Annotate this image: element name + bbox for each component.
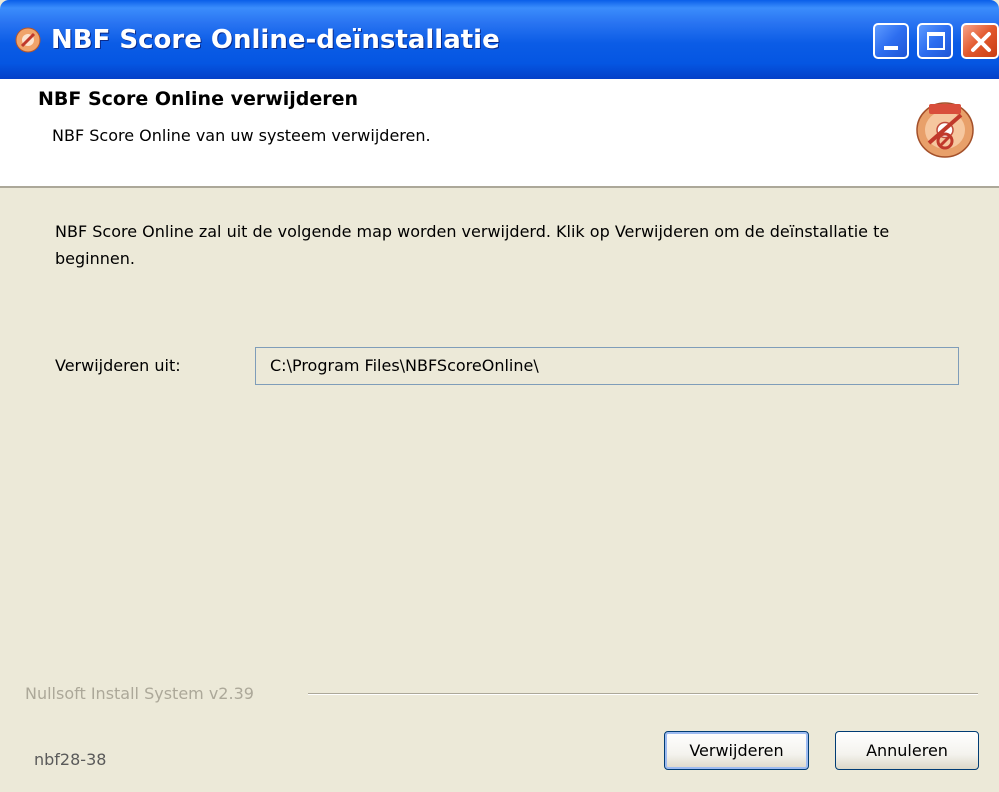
maximize-button[interactable] — [917, 23, 953, 59]
uninstall-button[interactable]: Verwijderen — [664, 731, 809, 770]
header-title: NBF Score Online verwijderen — [38, 88, 359, 110]
uninstall-disc-icon — [916, 102, 974, 158]
path-label: Verwijderen uit: — [55, 356, 181, 375]
app-icon — [15, 27, 41, 53]
nsis-branding: Nullsoft Install System v2.39 — [25, 684, 260, 703]
maximize-icon — [927, 32, 945, 50]
close-icon — [971, 32, 991, 52]
close-button[interactable] — [961, 23, 999, 59]
footer-label: nbf28-38 — [34, 750, 107, 769]
cancel-button[interactable]: Annuleren — [835, 731, 979, 770]
description-text: NBF Score Online zal uit de volgende map… — [55, 222, 890, 268]
uninstall-path-field[interactable]: C:\Program Files\NBFScoreOnline\ — [255, 347, 959, 385]
header-panel: NBF Score Online verwijderen NBF Score O… — [0, 79, 999, 188]
minimize-icon — [884, 46, 898, 50]
window-title: NBF Score Online-deïnstallatie — [51, 25, 500, 55]
branding-divider — [308, 693, 978, 695]
minimize-button[interactable] — [873, 23, 909, 59]
header-subtitle: NBF Score Online van uw systeem verwijde… — [52, 126, 431, 145]
uninstaller-window: NBF Score Online-deïnstallatie NBF Score… — [0, 0, 999, 792]
title-bar[interactable]: NBF Score Online-deïnstallatie — [0, 0, 999, 79]
